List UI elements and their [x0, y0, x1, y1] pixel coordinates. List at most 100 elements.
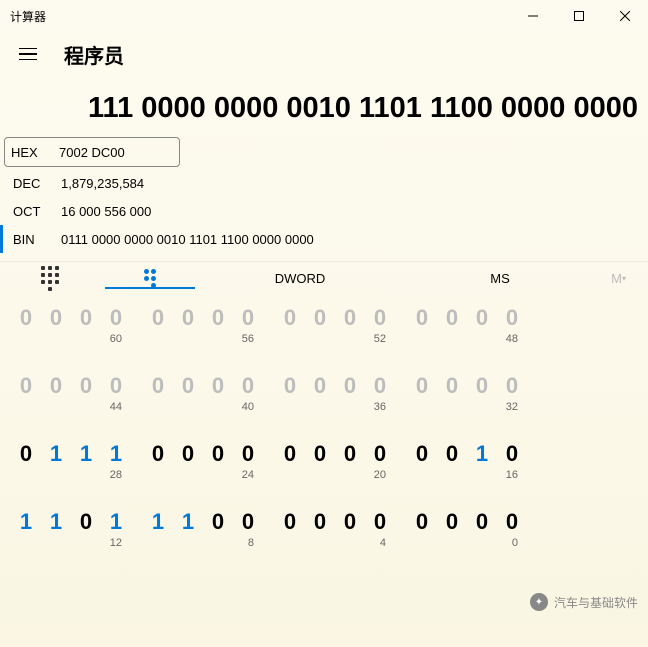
bit-toggle[interactable]: 0	[280, 441, 300, 467]
tab-memory[interactable]: M▾	[600, 271, 648, 286]
bit-toggle[interactable]: 0	[442, 373, 462, 399]
bit-toggle[interactable]: 0	[76, 305, 96, 331]
bit-toggle[interactable]: 0	[208, 441, 228, 467]
bit-toggle[interactable]: 1	[106, 441, 126, 467]
radix-dec[interactable]: DEC 1,879,235,584	[0, 169, 648, 197]
bit-toggle[interactable]: 0	[178, 441, 198, 467]
bit-toggle[interactable]: 0	[178, 305, 198, 331]
bit-toggle[interactable]: 0	[106, 373, 126, 399]
menu-icon[interactable]	[8, 36, 48, 72]
radix-bin[interactable]: BIN 0111 0000 0000 0010 1101 1100 0000 0…	[0, 225, 648, 253]
bit-toggle[interactable]: 1	[46, 509, 66, 535]
radix-dec-label: DEC	[13, 176, 61, 191]
bit-toggle[interactable]: 0	[412, 509, 432, 535]
bit-toggle[interactable]: 0	[370, 509, 390, 535]
bit-toggle[interactable]: 0	[148, 441, 168, 467]
radix-oct-label: OCT	[13, 204, 61, 219]
bit-toggle[interactable]: 0	[16, 441, 36, 467]
bit-toggle[interactable]: 0	[16, 305, 36, 331]
tab-word-size[interactable]: DWORD	[200, 271, 400, 286]
bit-toggle[interactable]: 0	[340, 509, 360, 535]
nibble-index-label: 4	[380, 537, 390, 549]
bit-toggle[interactable]: 0	[76, 509, 96, 535]
bit-toggle[interactable]: 1	[472, 441, 492, 467]
bit-toggle[interactable]: 0	[442, 305, 462, 331]
bit-toggle[interactable]: 0	[280, 305, 300, 331]
bit-toggle[interactable]: 0	[472, 305, 492, 331]
bit-toggle[interactable]: 0	[442, 441, 462, 467]
window-controls	[510, 0, 648, 32]
radix-oct[interactable]: OCT 16 000 556 000	[0, 197, 648, 225]
bit-toggle[interactable]: 0	[412, 373, 432, 399]
minimize-button[interactable]	[510, 0, 556, 32]
bit-toggle[interactable]: 0	[310, 509, 330, 535]
nibble-index-label: 60	[110, 333, 126, 345]
bit-toggle[interactable]: 0	[340, 305, 360, 331]
radix-bin-value: 0111 0000 0000 0010 1101 1100 0000 0000	[61, 232, 314, 247]
bit-toggle[interactable]: 0	[502, 441, 522, 467]
close-button[interactable]	[602, 0, 648, 32]
bit-nibble: 11008	[148, 509, 258, 549]
bit-toggle[interactable]: 0	[310, 305, 330, 331]
bit-toggle[interactable]: 0	[106, 305, 126, 331]
nibble-index-label: 44	[110, 401, 126, 413]
bit-toggle[interactable]: 0	[442, 509, 462, 535]
bit-toggle[interactable]: 0	[46, 305, 66, 331]
bit-toggle[interactable]: 1	[178, 509, 198, 535]
bit-toggle[interactable]: 0	[310, 373, 330, 399]
bit-toggle[interactable]: 0	[76, 373, 96, 399]
bit-toggle[interactable]: 0	[502, 373, 522, 399]
bit-nibble: 000036	[280, 373, 390, 413]
bit-toggle[interactable]: 0	[16, 373, 36, 399]
bit-toggle[interactable]: 0	[238, 509, 258, 535]
bit-nibble: 110112	[16, 509, 126, 549]
bit-toggle[interactable]: 0	[340, 441, 360, 467]
bit-nibble: 00004	[280, 509, 390, 549]
bit-toggle[interactable]: 0	[178, 373, 198, 399]
bit-toggle[interactable]: 0	[412, 441, 432, 467]
bit-toggle[interactable]: 0	[148, 373, 168, 399]
bit-toggle[interactable]: 0	[502, 305, 522, 331]
bit-toggle[interactable]: 0	[46, 373, 66, 399]
maximize-button[interactable]	[556, 0, 602, 32]
nibble-index-label: 32	[506, 401, 522, 413]
bit-toggle[interactable]: 0	[310, 441, 330, 467]
bit-toggle[interactable]: 1	[76, 441, 96, 467]
bit-nibble: 000032	[412, 373, 522, 413]
window-title: 计算器	[10, 8, 46, 25]
tab-memory-store[interactable]: MS	[400, 271, 600, 286]
bit-toggle[interactable]: 0	[280, 509, 300, 535]
bit-toggle[interactable]: 1	[16, 509, 36, 535]
tab-bar: DWORD MS M▾	[0, 261, 648, 295]
nibble-index-label: 40	[242, 401, 258, 413]
bit-toggle[interactable]: 0	[472, 509, 492, 535]
bit-toggle[interactable]: 0	[208, 373, 228, 399]
bit-nibble: 000020	[280, 441, 390, 481]
bit-toggle[interactable]: 0	[208, 305, 228, 331]
nibble-index-label: 12	[110, 537, 126, 549]
watermark: ✦ 汽车与基础软件	[530, 593, 638, 611]
bit-toggle[interactable]: 0	[472, 373, 492, 399]
bit-toggle[interactable]: 0	[370, 305, 390, 331]
bit-nibble: 000052	[280, 305, 390, 345]
tab-keypad[interactable]	[0, 266, 100, 291]
bit-nibble: 000040	[148, 373, 258, 413]
bit-toggle[interactable]: 0	[208, 509, 228, 535]
bit-toggle[interactable]: 1	[106, 509, 126, 535]
chevron-down-icon: ▾	[622, 274, 626, 283]
bit-toggle[interactable]: 1	[46, 441, 66, 467]
tab-dword-label: DWORD	[275, 271, 326, 286]
bit-toggle[interactable]: 0	[370, 373, 390, 399]
bit-toggle[interactable]: 0	[340, 373, 360, 399]
bit-toggle[interactable]: 0	[370, 441, 390, 467]
bit-toggle[interactable]: 0	[502, 509, 522, 535]
bit-toggle[interactable]: 0	[412, 305, 432, 331]
bit-toggle[interactable]: 0	[280, 373, 300, 399]
tab-bit-toggle[interactable]	[100, 269, 200, 288]
bit-toggle[interactable]: 0	[148, 305, 168, 331]
bit-toggle[interactable]: 0	[238, 373, 258, 399]
bit-toggle[interactable]: 1	[148, 509, 168, 535]
bit-toggle[interactable]: 0	[238, 305, 258, 331]
bit-toggle[interactable]: 0	[238, 441, 258, 467]
radix-hex[interactable]: HEX 7002 DC00	[4, 137, 180, 167]
